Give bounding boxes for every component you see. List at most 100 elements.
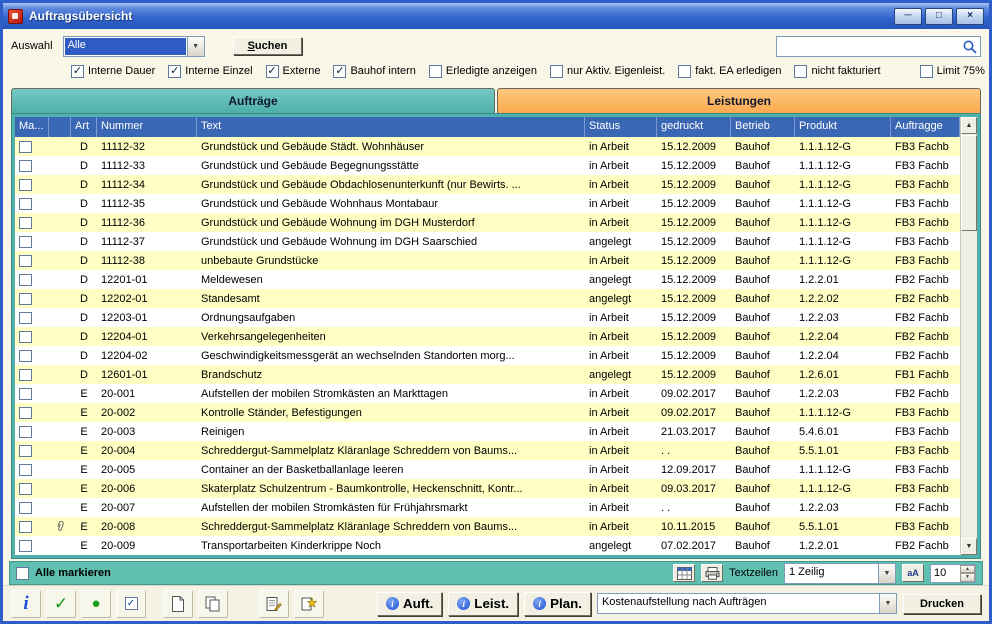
status-button[interactable]: ●: [81, 590, 111, 618]
checkbox-icon[interactable]: ✓: [71, 65, 84, 78]
row-checkbox[interactable]: [19, 312, 32, 324]
row-checkbox[interactable]: [19, 198, 32, 210]
drucken-button[interactable]: Drucken: [903, 594, 981, 614]
table-row[interactable]: D 11112-38 unbebaute Grundstücke in Arbe…: [15, 251, 960, 270]
row-checkbox[interactable]: [19, 521, 32, 533]
table-row[interactable]: E 20-003 Reinigen in Arbeit 21.03.2017 B…: [15, 422, 960, 441]
search-icon[interactable]: [962, 39, 978, 55]
vertical-scrollbar[interactable]: ▲ ▼: [960, 117, 977, 555]
checkbox-icon[interactable]: ✓: [266, 65, 279, 78]
suchen-button[interactable]: Suchen: [233, 37, 303, 55]
row-checkbox[interactable]: [19, 540, 32, 552]
column-header[interactable]: [49, 117, 71, 137]
checkbox-icon[interactable]: [550, 65, 563, 78]
checkbox-icon[interactable]: [429, 65, 442, 78]
filter-checkbox-item[interactable]: Erledigte anzeigen: [429, 65, 537, 78]
table-row[interactable]: E 20-008 Schreddergut-Sammelplatz Kläran…: [15, 517, 960, 536]
row-checkbox[interactable]: [19, 217, 32, 229]
table-row[interactable]: E 20-006 Skaterplatz Schulzentrum - Baum…: [15, 479, 960, 498]
row-checkbox[interactable]: [19, 141, 32, 153]
filter-checkbox-item[interactable]: ✓ Externe: [266, 65, 321, 78]
table-row[interactable]: D 11112-32 Grundstück und Gebäude Städt.…: [15, 137, 960, 156]
spinner-up-icon[interactable]: ▲: [960, 565, 975, 574]
column-header[interactable]: Auftragge: [891, 117, 960, 137]
table-row[interactable]: E 20-002 Kontrolle Ständer, Befestigunge…: [15, 403, 960, 422]
chevron-down-icon[interactable]: ▼: [187, 37, 204, 56]
row-checkbox[interactable]: [19, 255, 32, 267]
checkbox-icon[interactable]: [794, 65, 807, 78]
table-grid-icon[interactable]: [673, 564, 695, 582]
scroll-down-icon[interactable]: ▼: [961, 538, 977, 555]
row-checkbox[interactable]: [19, 407, 32, 419]
row-checkbox[interactable]: [19, 179, 32, 191]
column-header[interactable]: Text: [197, 117, 585, 137]
row-checkbox[interactable]: [19, 274, 32, 286]
row-checkbox[interactable]: [19, 502, 32, 514]
column-header[interactable]: Betrieb: [731, 117, 795, 137]
chevron-down-icon[interactable]: ▼: [879, 594, 896, 613]
filter-checkbox-item[interactable]: ✓ Bauhof intern: [333, 65, 415, 78]
row-checkbox[interactable]: [19, 464, 32, 476]
chevron-down-icon[interactable]: ▼: [878, 564, 895, 583]
search-input[interactable]: [776, 36, 981, 57]
column-header[interactable]: gedruckt: [657, 117, 731, 137]
printer-icon[interactable]: [701, 564, 723, 582]
filter-checkbox-item[interactable]: nur Aktiv. Eigenleist.: [550, 65, 665, 78]
checkbox-icon[interactable]: [920, 65, 933, 78]
table-row[interactable]: D 12203-01 Ordnungsaufgaben in Arbeit 15…: [15, 308, 960, 327]
table-row[interactable]: D 12201-01 Meldewesen angelegt 15.12.200…: [15, 270, 960, 289]
copy-button[interactable]: [198, 590, 228, 618]
table-row[interactable]: D 11112-34 Grundstück und Gebäude Obdach…: [15, 175, 960, 194]
table-row[interactable]: D 12204-02 Geschwindigkeitsmessgerät an …: [15, 346, 960, 365]
row-checkbox[interactable]: [19, 350, 32, 362]
table-row[interactable]: D 12204-01 Verkehrsangelegenheiten in Ar…: [15, 327, 960, 346]
checkbox-icon[interactable]: ✓: [168, 65, 181, 78]
row-checkbox[interactable]: [19, 331, 32, 343]
select-button[interactable]: ✓: [116, 590, 146, 618]
table-row[interactable]: E 20-005 Container an der Basketballanla…: [15, 460, 960, 479]
table-row[interactable]: D 11112-36 Grundstück und Gebäude Wohnun…: [15, 213, 960, 232]
alle-markieren-checkbox[interactable]: [16, 567, 29, 580]
row-checkbox[interactable]: [19, 483, 32, 495]
leist-button[interactable]: i Leist.: [448, 592, 518, 616]
column-header[interactable]: Art: [71, 117, 97, 137]
scrollbar-track[interactable]: [961, 232, 977, 538]
filter-checkbox-item[interactable]: nicht fakturiert: [794, 65, 880, 78]
table-row[interactable]: D 11112-33 Grundstück und Gebäude Begegn…: [15, 156, 960, 175]
maximize-button[interactable]: □: [925, 8, 953, 25]
column-header[interactable]: Ma...: [15, 117, 49, 137]
checkbox-icon[interactable]: ✓: [333, 65, 346, 78]
report-dropdown[interactable]: Kostenaufstellung nach Aufträgen ▼: [597, 593, 897, 614]
new-document-button[interactable]: [163, 590, 193, 618]
scroll-up-icon[interactable]: ▲: [961, 117, 977, 134]
filter-checkbox-item[interactable]: ✓ Interne Einzel: [168, 65, 252, 78]
minimize-button[interactable]: ─: [894, 8, 922, 25]
column-header[interactable]: Produkt: [795, 117, 891, 137]
special-action-button[interactable]: [294, 590, 324, 618]
table-row[interactable]: E 20-004 Schreddergut-Sammelplatz Kläran…: [15, 441, 960, 460]
table-row[interactable]: D 12202-01 Standesamt angelegt 15.12.200…: [15, 289, 960, 308]
row-checkbox[interactable]: [19, 445, 32, 457]
confirm-button[interactable]: ✓: [46, 590, 76, 618]
auft-button[interactable]: i Auft.: [377, 592, 442, 616]
table-row[interactable]: E 20-009 Transportarbeiten Kinderkrippe …: [15, 536, 960, 555]
row-checkbox[interactable]: [19, 160, 32, 172]
column-header[interactable]: Status: [585, 117, 657, 137]
filter-checkbox-item[interactable]: Limit 75%: [920, 65, 985, 78]
table-row[interactable]: E 20-001 Aufstellen der mobilen Stromkäs…: [15, 384, 960, 403]
table-row[interactable]: D 11112-35 Grundstück und Gebäude Wohnha…: [15, 194, 960, 213]
table-row[interactable]: D 12601-01 Brandschutz angelegt 15.12.20…: [15, 365, 960, 384]
close-button[interactable]: ×: [956, 8, 984, 25]
info-button[interactable]: i: [11, 590, 41, 618]
row-checkbox[interactable]: [19, 426, 32, 438]
filter-checkbox-item[interactable]: ✓ Interne Dauer: [71, 65, 155, 78]
column-header[interactable]: Nummer: [97, 117, 197, 137]
row-checkbox[interactable]: [19, 293, 32, 305]
titlebar[interactable]: Auftragsübersicht ─ □ ×: [3, 3, 989, 29]
auswahl-dropdown[interactable]: Alle ▼: [63, 36, 205, 57]
scrollbar-thumb[interactable]: [961, 135, 977, 231]
table-row[interactable]: E 20-007 Aufstellen der mobilen Stromkäs…: [15, 498, 960, 517]
tab-leistungen[interactable]: Leistungen: [497, 88, 981, 113]
tab-auftraege[interactable]: Aufträge: [11, 88, 495, 113]
row-checkbox[interactable]: [19, 236, 32, 248]
